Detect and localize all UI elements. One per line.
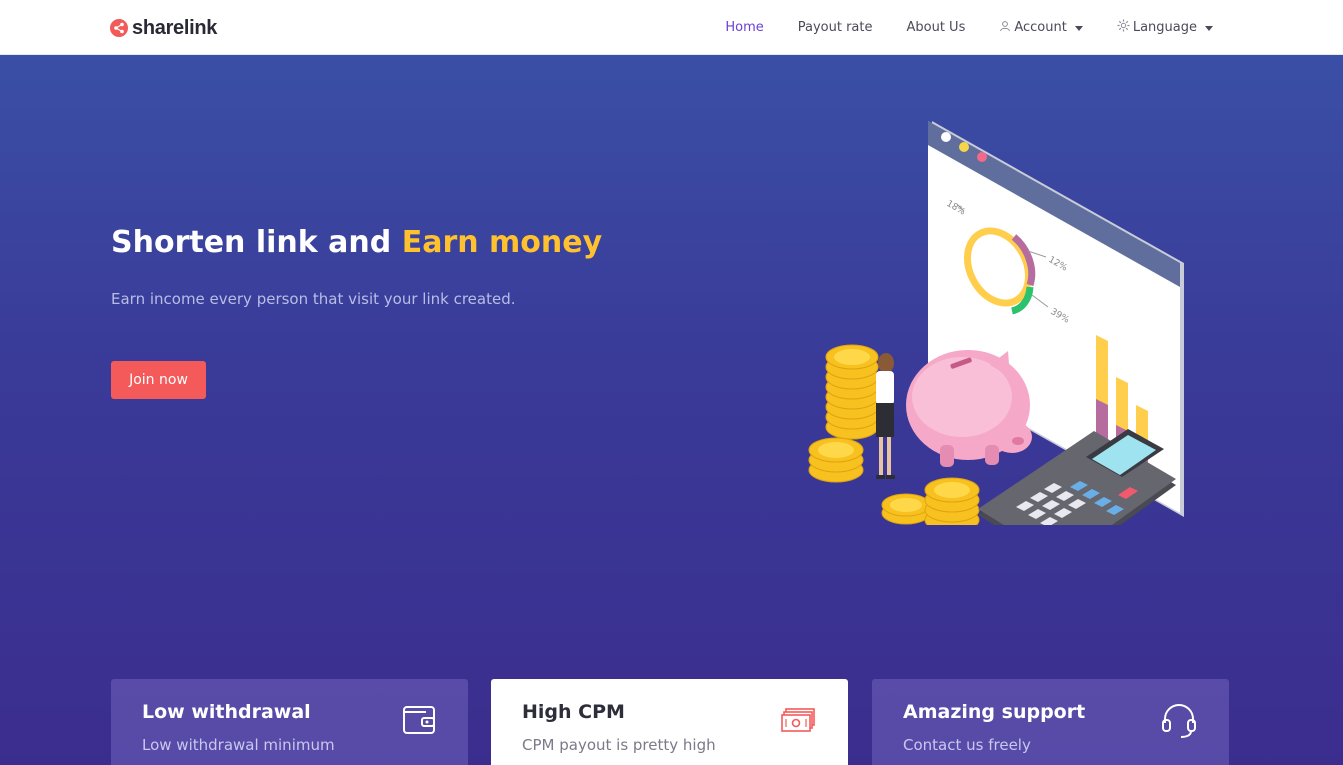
hero-title-main: Shorten link and	[111, 225, 402, 260]
card-text: CPM payout is pretty high	[522, 736, 716, 754]
nav-about-us[interactable]: About Us	[906, 20, 965, 35]
user-icon	[999, 20, 1011, 36]
wallet-icon	[398, 699, 438, 739]
share-icon	[110, 19, 128, 37]
person-illustration	[876, 353, 895, 479]
nav-home[interactable]: Home	[725, 20, 763, 35]
headset-icon	[1159, 699, 1199, 739]
nav-payout-rate[interactable]: Payout rate	[798, 20, 873, 35]
card-title: Low withdrawal	[142, 701, 311, 723]
brand-name: sharelink	[132, 16, 218, 39]
nav-language-dropdown[interactable]: Language	[1117, 19, 1213, 36]
hero-section: Shorten link and Earn money Earn income …	[0, 55, 1343, 765]
nav-home-label: Home	[725, 20, 764, 35]
card-title: High CPM	[522, 701, 625, 723]
caret-down-icon	[1074, 25, 1083, 31]
hero-title: Shorten link and Earn money	[111, 225, 602, 260]
feature-card-low-withdrawal: Low withdrawal Low withdrawal minimum	[111, 679, 468, 765]
feature-card-high-cpm: High CPM CPM payout is pretty high	[491, 679, 848, 765]
nav-account-label: Account	[1014, 20, 1067, 35]
feature-card-amazing-support: Amazing support Contact us freely	[872, 679, 1229, 765]
main-nav: Home Payout rate About Us Account Langua…	[691, 0, 1213, 55]
card-title: Amazing support	[903, 701, 1086, 723]
nav-language-label: Language	[1132, 20, 1197, 35]
card-text: Contact us freely	[903, 736, 1031, 754]
hero-title-accent: Earn money	[401, 225, 603, 260]
finance-illustration: 18% 12% 39%	[808, 121, 1184, 525]
brand-logo[interactable]: sharelink	[110, 14, 217, 42]
nav-about-us-label: About Us	[906, 20, 966, 35]
join-now-button[interactable]: Join now	[111, 361, 206, 399]
money-icon	[778, 699, 818, 739]
hero-subtitle: Earn income every person that visit your…	[111, 290, 516, 308]
nav-payout-rate-label: Payout rate	[797, 20, 873, 35]
top-navbar: sharelink Home Payout rate About Us Acco…	[0, 0, 1343, 55]
card-text: Low withdrawal minimum	[142, 736, 335, 754]
gear-icon	[1117, 19, 1130, 36]
piggy-bank-illustration	[906, 350, 1032, 467]
caret-down-icon	[1205, 25, 1213, 31]
nav-account-dropdown[interactable]: Account	[999, 20, 1083, 36]
